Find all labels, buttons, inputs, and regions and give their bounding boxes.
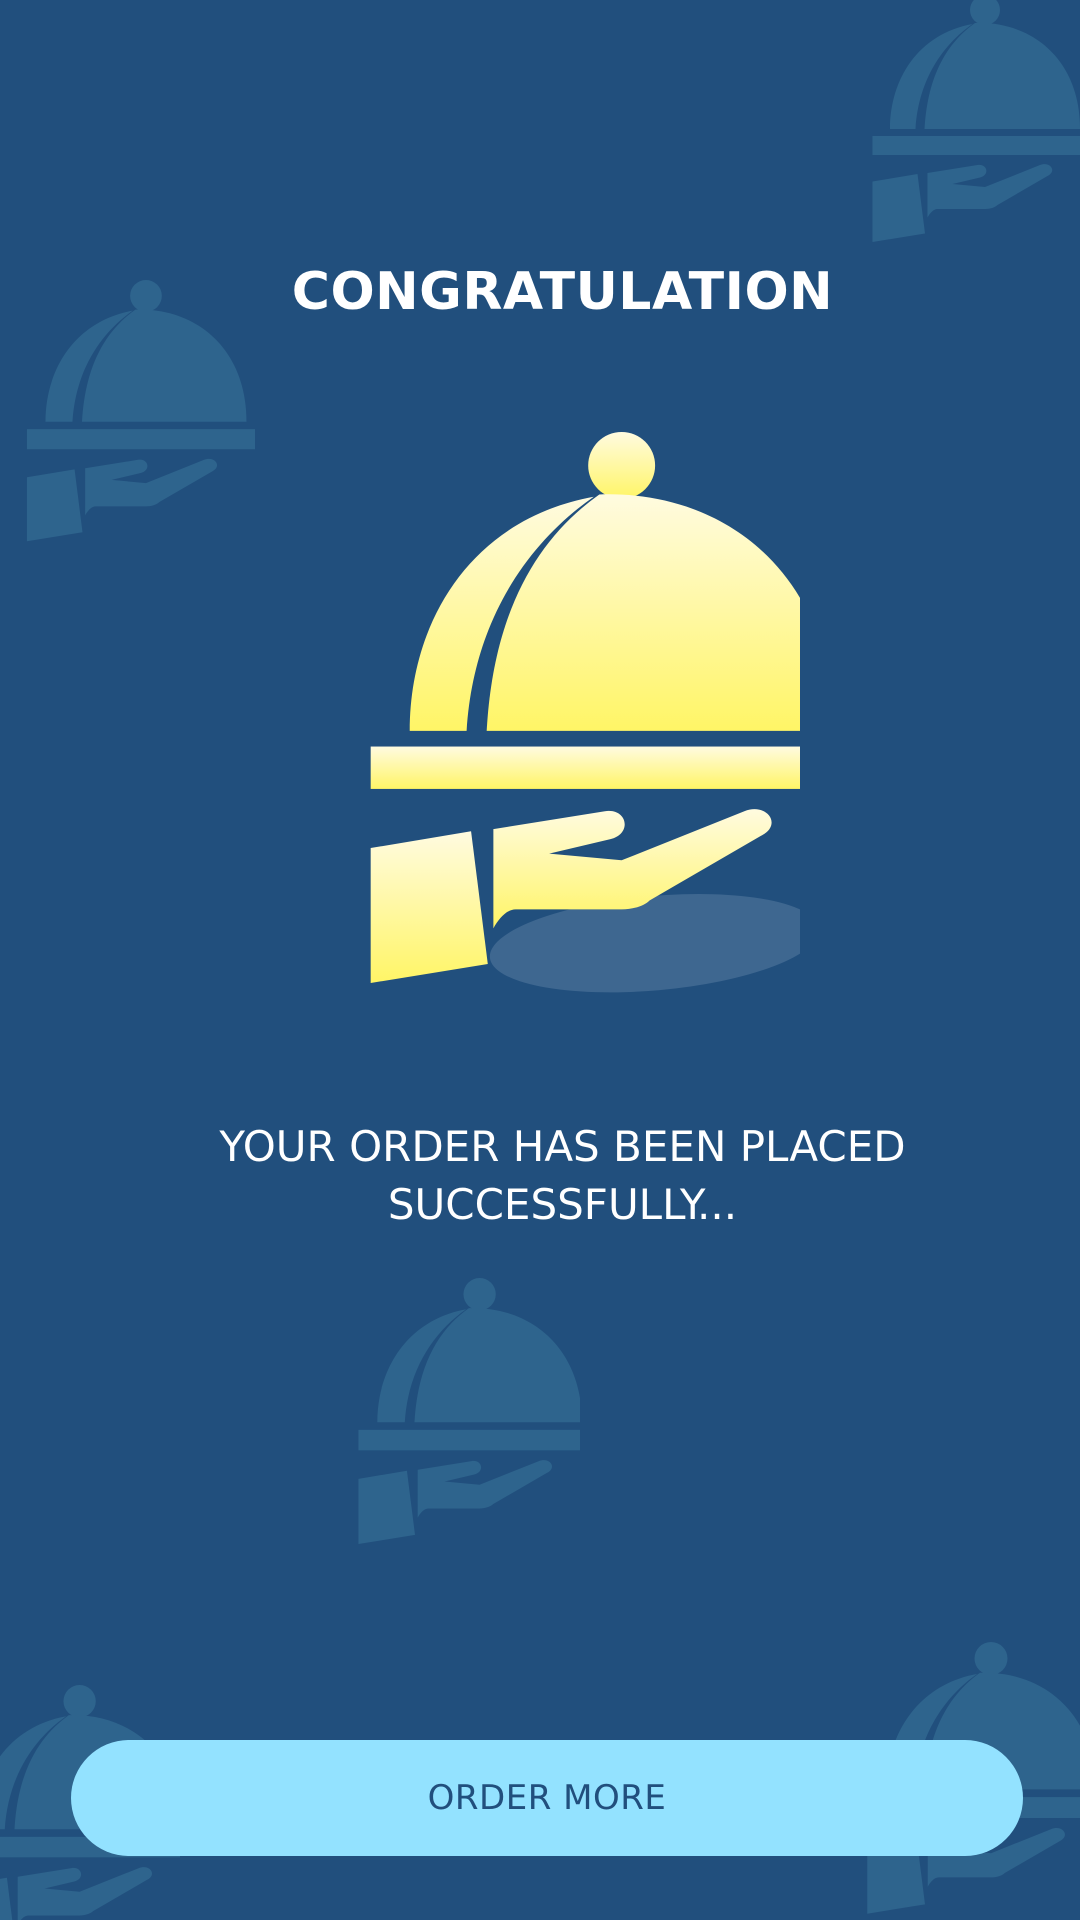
food-serving-cloche-icon — [760, 0, 1080, 255]
order-more-button[interactable]: ORDER MORE — [71, 1740, 1023, 1856]
page-title: CONGRATULATION — [291, 262, 834, 322]
success-message-line-2: SUCCESSFULLY... — [387, 1180, 738, 1229]
food-serving-cloche-icon — [250, 1278, 580, 1558]
order-success-screen: CONGRATULATION YOUR ORDER HAS BEEN PLACE… — [0, 0, 1080, 1920]
food-serving-cloche-icon — [210, 432, 800, 993]
success-message-line-1: YOUR ORDER HAS BEEN PLACED — [219, 1122, 906, 1171]
success-message: YOUR ORDER HAS BEEN PLACED SUCCESSFULLY.… — [150, 1118, 975, 1234]
